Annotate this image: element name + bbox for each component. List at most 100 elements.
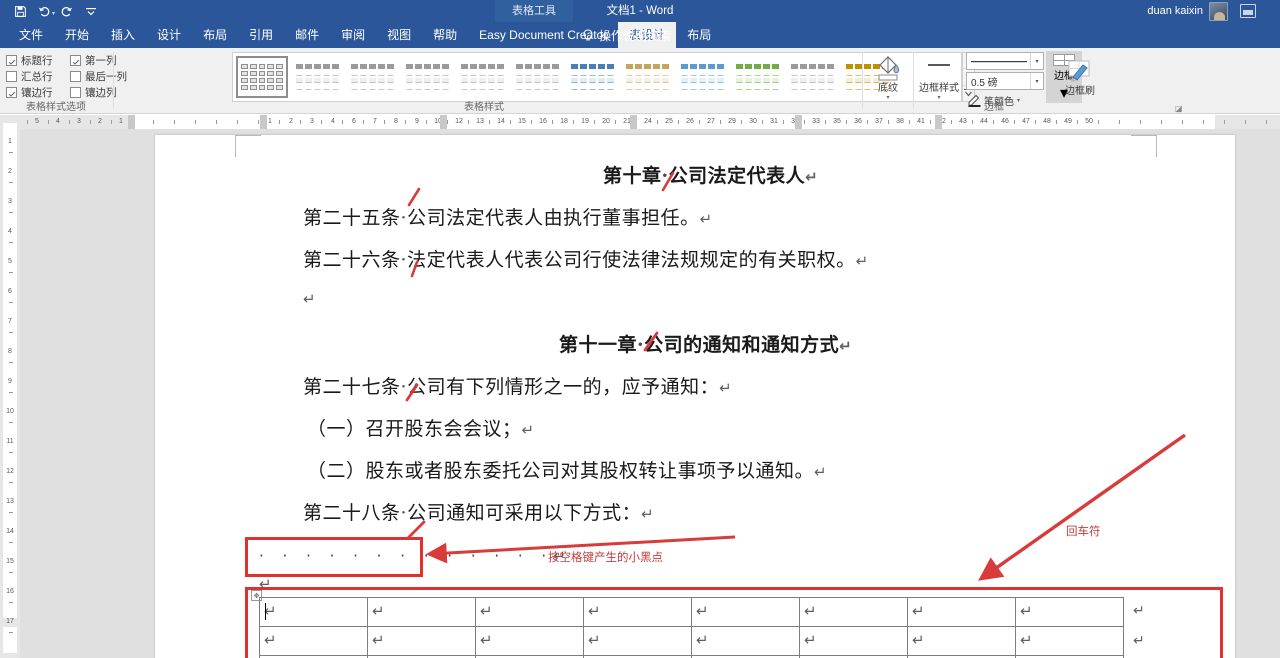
shading-button[interactable]: 底纹 ▾ [866, 52, 910, 101]
thumb-cell [570, 78, 578, 83]
thumb-cell [606, 64, 614, 69]
thumb-cell [331, 85, 339, 90]
paragraph-mark-1: ↵ [805, 168, 819, 186]
article-25-num: 第二十五条 [303, 207, 401, 229]
article-25[interactable]: 第二十五条·公司法定代表人由执行董事担任。↵ [303, 203, 713, 230]
article-27[interactable]: 第二十七条·公司有下列情形之一的，应予通知：↵ [303, 372, 732, 399]
line-style-dropdown-icon[interactable]: ▾ [1030, 53, 1043, 69]
table-style-grid-green[interactable] [731, 56, 783, 98]
tell-me-placeholder: 操作说明搜索 [599, 28, 672, 43]
v-ruler-tick: 12 [6, 468, 14, 475]
tell-me-search[interactable]: 操作说明搜索 [582, 22, 671, 48]
ribbon-display-options-icon[interactable] [1240, 4, 1256, 18]
list-item-1[interactable]: （一）召开股东会会议；↵ [307, 414, 535, 441]
ruler-minor-tick [573, 120, 574, 124]
ruler-tick: 4 [56, 118, 60, 125]
checkbox-header-row-box[interactable] [6, 54, 17, 66]
checkbox-total-row-box[interactable] [6, 70, 17, 82]
account-area[interactable]: duan kaixin [1147, 0, 1228, 22]
redo-icon[interactable] [55, 2, 79, 20]
table-style-grid-gray[interactable] [786, 56, 838, 98]
border-painter-button[interactable]: 边框刷 [1058, 55, 1102, 97]
thumb-cell [313, 85, 321, 90]
thumb-row [350, 78, 394, 83]
v-ruler-minor-tick [9, 482, 13, 483]
heading-chapter-10[interactable]: 第十章·公司法定代表人↵ [603, 161, 818, 188]
tab-design[interactable]: 设计 [146, 22, 192, 48]
checkbox-last-column-box[interactable] [70, 70, 81, 82]
article-28[interactable]: 第二十八条·公司通知可采用以下方式：↵ [303, 498, 654, 525]
borders-dialog-launcher[interactable]: ◪ [1175, 104, 1184, 113]
checkbox-banded-rows-box[interactable] [6, 86, 17, 98]
checkbox-banded-columns-box[interactable] [70, 86, 81, 98]
table-style-plain-4[interactable] [456, 56, 508, 98]
checkbox-header-row[interactable]: 标题行 [6, 53, 60, 68]
customize-qat-icon[interactable] [79, 2, 103, 20]
line-weight-combo[interactable]: 0.5 磅 ▾ [966, 72, 1044, 90]
table-style-grid-blue[interactable] [566, 56, 618, 98]
table-style-plain-5[interactable] [511, 56, 563, 98]
table-style-plain-3[interactable] [401, 56, 453, 98]
heading-chapter-11[interactable]: 第十一章·公司的通知和通知方式↵ [559, 330, 852, 357]
thumb-cell [405, 64, 413, 69]
table-style-plain-2[interactable] [346, 56, 398, 98]
line-weight-dropdown-icon[interactable]: ▾ [1030, 73, 1043, 89]
tab-references[interactable]: 引用 [238, 22, 284, 48]
group-shading: 底纹 ▾ [863, 48, 913, 114]
thumb-cell [377, 85, 385, 90]
thumb-cell [533, 85, 541, 90]
ruler-tick: 13 [476, 118, 484, 125]
thumb-cell [524, 64, 532, 69]
thumb-cell [799, 78, 807, 83]
thumb-cell [487, 71, 495, 76]
tab-help[interactable]: 帮助 [422, 22, 468, 48]
ruler-margin-indicator-2[interactable] [440, 115, 447, 129]
tab-view[interactable]: 视图 [376, 22, 422, 48]
thumb-cell [276, 85, 283, 90]
list-item-2[interactable]: （二）股东或者股东委托公司对其股权转让事项予以通知。↵ [307, 456, 827, 483]
shading-dropdown-icon[interactable]: ▾ [886, 95, 889, 101]
vertical-ruler[interactable]: 1 2 3 4 5 6 7 8 9 10 11 12 13 14 15 16 17 [0, 115, 20, 658]
ruler-margin-indicator-3[interactable] [630, 115, 637, 129]
thumb-cell [744, 64, 752, 69]
thumb-cell [295, 64, 303, 69]
ruler-margin-indicator-0[interactable] [128, 115, 135, 129]
tab-file[interactable]: 文件 [8, 22, 54, 48]
ruler-margin-indicator-1[interactable] [260, 115, 267, 129]
table-style-grid[interactable] [236, 56, 288, 98]
v-ruler-tick: 8 [8, 348, 12, 355]
checkbox-first-column-box[interactable] [70, 54, 81, 66]
thumb-cell [322, 64, 330, 69]
thumb-cell [854, 85, 862, 90]
v-ruler-tick: 2 [8, 168, 12, 175]
thumb-cell [322, 85, 330, 90]
tab-home[interactable]: 开始 [54, 22, 100, 48]
tab-layout[interactable]: 布局 [192, 22, 238, 48]
document-canvas[interactable]: 第十章·公司法定代表人↵ 第二十五条·公司法定代表人由执行董事担任。↵ 第二十六… [20, 129, 1280, 658]
ruler-margin-indicator-5[interactable] [935, 115, 942, 129]
border-styles-button[interactable]: 边框样式 ▾ [916, 52, 962, 101]
tab-mailings[interactable]: 邮件 [284, 22, 330, 48]
ruler-margin-indicator-4[interactable] [795, 115, 802, 129]
thumb-cell [322, 78, 330, 83]
thumb-cell [241, 71, 248, 76]
avatar[interactable] [1209, 1, 1228, 21]
document-page[interactable]: 第十章·公司法定代表人↵ 第二十五条·公司法定代表人由执行董事担任。↵ 第二十六… [155, 135, 1235, 658]
table-styles-gallery[interactable] [232, 52, 962, 102]
horizontal-ruler[interactable]: 5 4 3 2 1 1 2 3 4 6 7 8 9 10 12 13 14 15 16 18 19 20 21 24 25 26 2… [20, 115, 1280, 129]
line-style-combo[interactable]: ▾ [966, 52, 1044, 70]
table-style-grid-lightblue[interactable] [676, 56, 728, 98]
v-ruler-tick: 14 [6, 528, 14, 535]
group-table-style-options: 标题行 第一列 汇总行 最后一列 镶边行 镶边列 表格样式选项 [0, 48, 127, 114]
table-style-grid-tan[interactable] [621, 56, 673, 98]
checkbox-total-row[interactable]: 汇总行 [6, 69, 60, 84]
article-26[interactable]: 第二十六条·法定代表人代表公司行使法律法规规定的有关职权。↵ [303, 245, 869, 272]
tab-review[interactable]: 审阅 [330, 22, 376, 48]
thumb-cell [817, 71, 825, 76]
tab-table-layout[interactable]: 布局 [676, 22, 722, 48]
table-style-plain-1[interactable] [291, 56, 343, 98]
empty-paragraph-1[interactable]: ↵ [303, 287, 316, 309]
save-icon[interactable] [8, 2, 32, 20]
ruler-tick: 3 [310, 118, 314, 125]
tab-insert[interactable]: 插入 [100, 22, 146, 48]
